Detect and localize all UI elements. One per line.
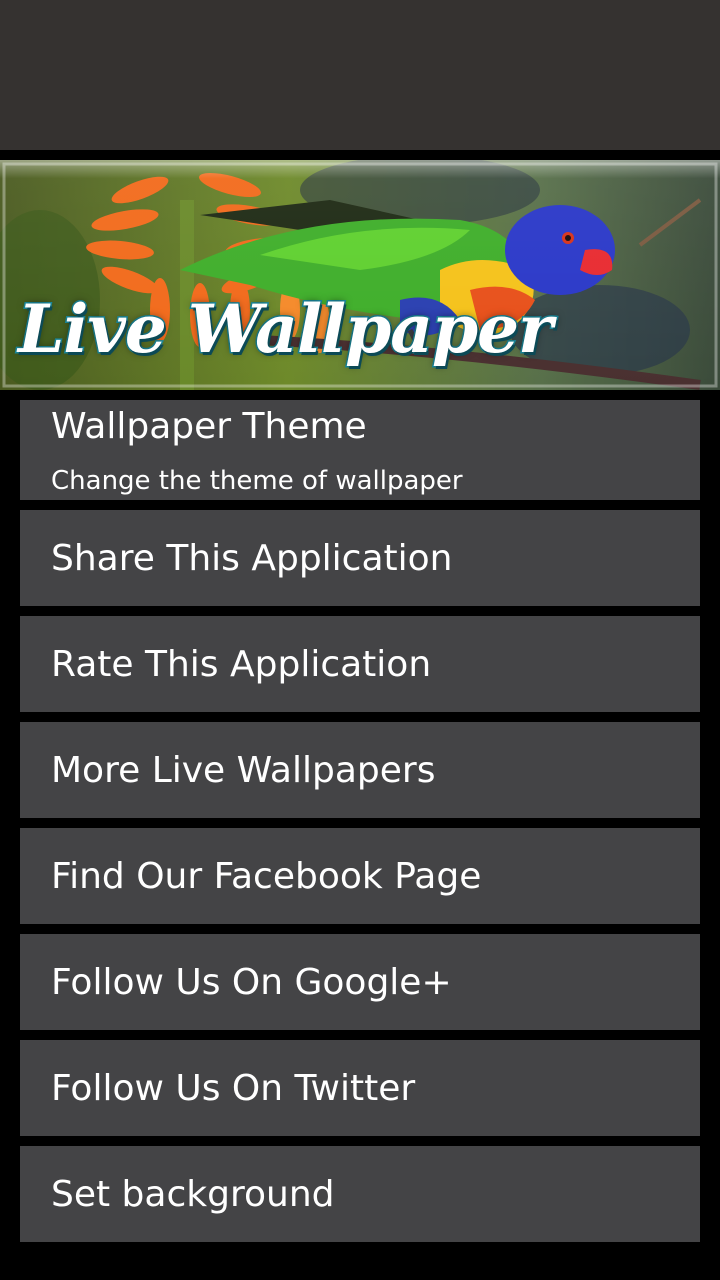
- settings-menu: Wallpaper Theme Change the theme of wall…: [20, 400, 700, 1252]
- google-plus-label: Follow Us On Google+: [51, 961, 452, 1003]
- twitter-label: Follow Us On Twitter: [51, 1067, 416, 1109]
- banner-title: Live Wallpaper: [17, 289, 555, 370]
- set-background-item[interactable]: Set background: [20, 1146, 700, 1242]
- twitter-item[interactable]: Follow Us On Twitter: [20, 1040, 700, 1136]
- more-wallpapers-label: More Live Wallpapers: [51, 749, 436, 791]
- wallpaper-theme-label: Wallpaper Theme: [51, 406, 367, 447]
- rate-app-label: Rate This Application: [51, 643, 432, 685]
- wallpaper-theme-item[interactable]: Wallpaper Theme Change the theme of wall…: [20, 400, 700, 500]
- facebook-page-label: Find Our Facebook Page: [51, 855, 482, 897]
- rate-app-item[interactable]: Rate This Application: [20, 616, 700, 712]
- top-bar: [0, 0, 720, 150]
- google-plus-item[interactable]: Follow Us On Google+: [20, 934, 700, 1030]
- set-background-label: Set background: [51, 1173, 335, 1215]
- share-app-item[interactable]: Share This Application: [20, 510, 700, 606]
- facebook-page-item[interactable]: Find Our Facebook Page: [20, 828, 700, 924]
- wallpaper-theme-subtitle: Change the theme of wallpaper: [51, 466, 463, 496]
- more-wallpapers-item[interactable]: More Live Wallpapers: [20, 722, 700, 818]
- share-app-label: Share This Application: [51, 537, 453, 579]
